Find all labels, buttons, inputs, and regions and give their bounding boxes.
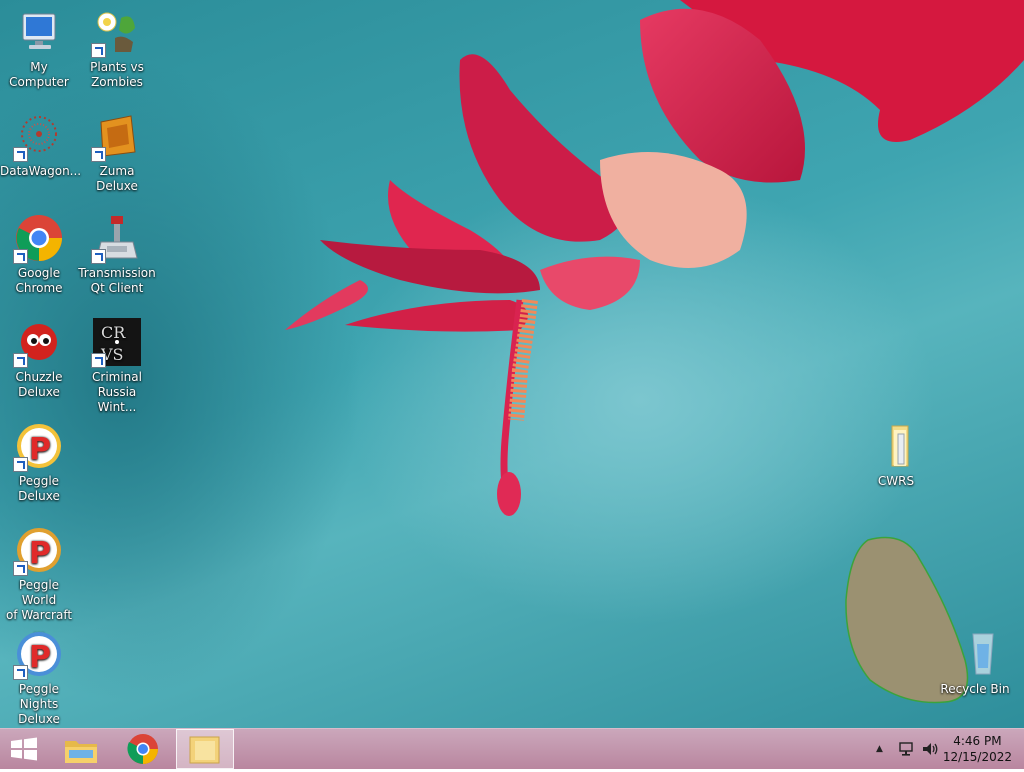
clock-time: 4:46 PM — [953, 734, 1002, 748]
chrome-icon — [13, 214, 63, 264]
shortcut-arrow-icon — [13, 147, 28, 162]
desktop-icon-peggle-nights[interactable]: P Peggle Nights Deluxe — [0, 630, 78, 727]
shortcut-arrow-icon — [91, 249, 106, 264]
icon-label: Plants vs Zombies — [90, 60, 144, 89]
folder-icon — [872, 422, 920, 470]
folder-window-icon — [189, 736, 220, 764]
svg-text:P: P — [29, 432, 51, 467]
computer-icon — [15, 8, 63, 56]
zuma-icon — [91, 112, 141, 162]
peggle-icon: P — [13, 630, 63, 680]
plants-vs-zombies-icon — [91, 8, 141, 58]
desktop-icon-datawagon[interactable]: DataWagon... — [0, 112, 82, 179]
chuzzle-icon — [13, 318, 63, 368]
network-icon[interactable] — [898, 741, 914, 760]
taskbar-file-explorer[interactable] — [58, 729, 104, 769]
icon-label: Chuzzle Deluxe — [15, 370, 63, 399]
icon-label: DataWagon... — [0, 164, 82, 178]
criminal-russia-logo-text-top: CR — [101, 323, 126, 342]
volume-icon[interactable] — [921, 741, 939, 760]
file-explorer-icon — [65, 741, 97, 763]
desktop-icon-my-computer[interactable]: My Computer — [0, 8, 78, 90]
icon-label: Peggle Nights Deluxe — [18, 682, 60, 726]
criminal-russia-icon: CR VS — [91, 318, 141, 368]
taskbar-clock[interactable]: 4:46 PM 12/15/2022 — [943, 733, 1012, 765]
desktop-icon-criminal-russia[interactable]: CR VS Criminal Russia Wint... — [78, 318, 156, 415]
icon-label: Google Chrome — [15, 266, 63, 295]
icon-label: My Computer — [9, 60, 69, 89]
shortcut-arrow-icon — [13, 457, 28, 472]
icon-label: Recycle Bin — [940, 682, 1010, 696]
shortcut-arrow-icon — [13, 353, 28, 368]
transmission-icon — [91, 214, 141, 264]
taskbar-chrome[interactable] — [120, 729, 166, 769]
svg-text:P: P — [29, 536, 51, 571]
icon-label: CWRS — [877, 474, 915, 488]
desktop-icon-zuma-deluxe[interactable]: Zuma Deluxe — [78, 112, 156, 194]
shortcut-arrow-icon — [91, 147, 106, 162]
recycle-bin-icon — [951, 630, 999, 678]
shortcut-arrow-icon — [13, 561, 28, 576]
svg-text:P: P — [29, 640, 51, 675]
icon-label: Zuma Deluxe — [96, 164, 138, 193]
desktop-icon-peggle-world-of-warcraft[interactable]: P Peggle World of Warcraft ... — [0, 526, 78, 638]
desktop-icon-plants-vs-zombies[interactable]: Plants vs Zombies — [78, 8, 156, 90]
datawagon-icon — [13, 112, 63, 162]
desktop[interactable]: My Computer DataWagon... Google Chrome C… — [0, 0, 1024, 728]
desktop-icon-transmission[interactable]: Transmission Qt Client — [78, 214, 156, 296]
taskbar: ▲ 4:46 PM 12/15/2022 — [0, 728, 1024, 769]
start-button[interactable] — [0, 729, 48, 769]
shortcut-arrow-icon — [13, 665, 28, 680]
clock-date: 12/15/2022 — [942, 750, 1012, 764]
peggle-icon: P — [13, 526, 63, 576]
windows-start-icon — [11, 737, 37, 761]
show-hidden-icons-button[interactable]: ▲ — [876, 744, 883, 754]
desktop-icon-chuzzle-deluxe[interactable]: Chuzzle Deluxe — [0, 318, 78, 400]
icon-label: Peggle World of Warcraft ... — [5, 578, 73, 637]
icon-label: Transmission Qt Client — [78, 266, 156, 295]
desktop-icon-peggle-deluxe[interactable]: P Peggle Deluxe — [0, 422, 78, 504]
peggle-icon: P — [13, 422, 63, 472]
desktop-icon-cwrs[interactable]: CWRS — [857, 422, 935, 489]
shortcut-arrow-icon — [91, 43, 106, 58]
icon-label: Peggle Deluxe — [18, 474, 60, 503]
chrome-icon — [127, 734, 158, 764]
desktop-icon-recycle-bin[interactable]: Recycle Bin — [936, 630, 1014, 697]
desktop-icon-google-chrome[interactable]: Google Chrome — [0, 214, 78, 296]
shortcut-arrow-icon — [91, 353, 106, 368]
shortcut-arrow-icon — [13, 249, 28, 264]
taskbar-folder-window[interactable] — [176, 729, 234, 769]
icon-label: Criminal Russia Wint... — [92, 370, 142, 414]
